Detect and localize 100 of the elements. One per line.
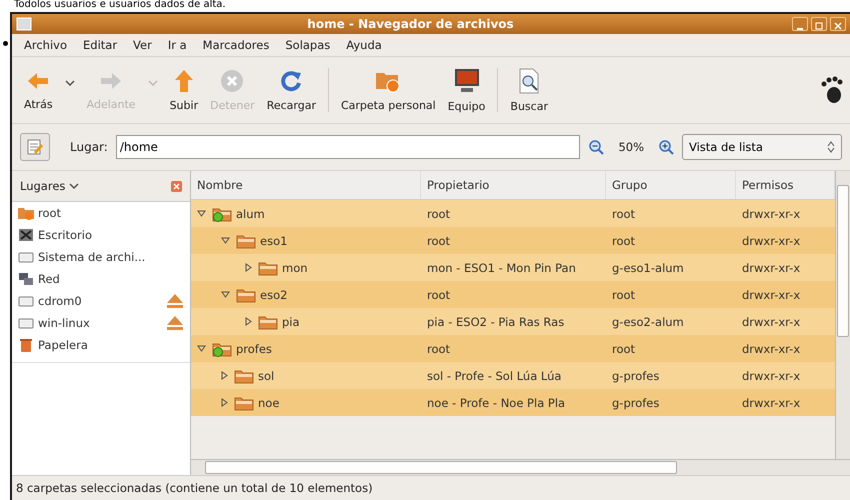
up-button[interactable]: Subir bbox=[164, 64, 204, 116]
permissions-cell-text: drwxr-xr-x bbox=[741, 314, 802, 330]
collapsed-triangle-icon[interactable] bbox=[221, 371, 228, 380]
search-button[interactable]: Buscar bbox=[504, 64, 554, 116]
folder-row[interactable]: eso1 root root drwxr-xr-x bbox=[191, 227, 835, 254]
menu-item[interactable]: Editar bbox=[77, 36, 124, 54]
folder-row[interactable]: profes root root drwxr-xr-x bbox=[191, 335, 835, 362]
close-icon[interactable] bbox=[171, 180, 182, 192]
column-header[interactable]: Propietario bbox=[421, 171, 606, 199]
folder-icon bbox=[234, 394, 254, 410]
expanded-triangle-icon[interactable] bbox=[221, 237, 230, 244]
location-label: Lugar: bbox=[70, 140, 108, 154]
view-dropdown[interactable]: Vista de lista bbox=[682, 134, 842, 160]
folder-name: noe bbox=[258, 396, 280, 410]
owner-cell-text: pia - ESO2 - Pia Ras Ras bbox=[426, 314, 566, 330]
folder-row[interactable]: alum root root drwxr-xr-x bbox=[191, 200, 835, 227]
location-field[interactable]: /home bbox=[116, 135, 580, 159]
zoom-level: 50% bbox=[618, 140, 644, 154]
menu-item[interactable]: Ayuda bbox=[340, 36, 388, 54]
expanded-triangle-icon[interactable] bbox=[197, 210, 206, 217]
folder-row[interactable]: eso2 root root drwxr-xr-x bbox=[191, 281, 835, 308]
folder-name: eso2 bbox=[260, 288, 288, 302]
folder-icon bbox=[236, 232, 256, 248]
computer-button[interactable]: Equipo bbox=[442, 64, 492, 116]
sidebar-item[interactable]: win-linux bbox=[12, 312, 190, 334]
folder-row[interactable]: sol sol - Profe - Sol Lúa Lúa g-profes drwxr-xr-x bbox=[191, 362, 835, 389]
home-folder-icon bbox=[18, 206, 34, 220]
owner-cell-text: root bbox=[426, 286, 452, 304]
folder-row[interactable]: noe noe - Profe - Noe Pla Pla g-profes drwxr-xr-x bbox=[191, 389, 835, 416]
collapsed-triangle-icon[interactable] bbox=[221, 398, 228, 407]
back-button[interactable]: Atrás bbox=[18, 66, 81, 114]
zoom-in-icon[interactable] bbox=[658, 139, 674, 155]
owner-cell-text: noe - Profe - Noe Pla Pla bbox=[426, 394, 566, 412]
folder-name: profes bbox=[236, 342, 272, 356]
maximize-icon bbox=[814, 22, 824, 30]
menu-item[interactable]: Marcadores bbox=[196, 36, 276, 54]
permissions-cell-text: drwxr-xr-x bbox=[741, 260, 802, 276]
status-bar: 8 carpetas seleccionadas (contiene un total de 10 elementos) bbox=[12, 475, 850, 500]
sidebar-item[interactable]: Sistema de archi... bbox=[12, 246, 190, 268]
folder-icon bbox=[236, 286, 256, 302]
folder-row[interactable]: pia pia - ESO2 - Pia Ras Ras g-eso2-alum drwxr-xr-x bbox=[191, 308, 835, 335]
footprint-icon bbox=[820, 76, 844, 104]
folder-name: alum bbox=[236, 206, 265, 220]
sidebar-item[interactable]: root bbox=[12, 202, 190, 224]
menu-item[interactable]: Ir a bbox=[162, 36, 193, 54]
owner-cell-text: root bbox=[426, 232, 452, 250]
window-menu-icon[interactable] bbox=[16, 17, 32, 31]
drive-icon bbox=[18, 294, 34, 308]
group-cell-text: g-eso1-alum bbox=[611, 260, 685, 276]
group-cell-text: g-profes bbox=[611, 368, 660, 384]
up-arrow-icon bbox=[172, 68, 195, 92]
owner-cell-text: sol - Profe - Sol Lúa Lúa bbox=[426, 368, 562, 384]
close-button[interactable] bbox=[830, 17, 846, 31]
permissions-cell-text: drwxr-xr-x bbox=[741, 206, 802, 222]
network-icon bbox=[18, 272, 34, 286]
folder-name: eso1 bbox=[260, 234, 288, 248]
folder-icon bbox=[258, 260, 278, 276]
group-cell-text: root bbox=[611, 340, 636, 358]
zoom-out-icon[interactable] bbox=[588, 139, 604, 155]
folder-name: pia bbox=[282, 314, 300, 328]
reload-icon bbox=[279, 68, 304, 92]
expanded-triangle-icon[interactable] bbox=[221, 291, 230, 298]
eject-icon[interactable] bbox=[166, 315, 184, 331]
collapsed-triangle-icon[interactable] bbox=[245, 317, 252, 326]
folder-name: sol bbox=[258, 368, 274, 382]
shared-folder-icon bbox=[212, 206, 232, 222]
close-icon bbox=[833, 22, 843, 30]
folder-row[interactable]: mon mon - ESO1 - Mon Pin Pan g-eso1-alum drwxr-xr-x bbox=[191, 254, 835, 281]
menu-item[interactable]: Ver bbox=[127, 36, 158, 54]
sidebar-item[interactable]: Red bbox=[12, 268, 190, 290]
drive-icon bbox=[18, 250, 34, 264]
column-header[interactable]: Nombre bbox=[191, 171, 421, 199]
menu-item[interactable]: Archivo bbox=[18, 36, 73, 54]
minimize-button[interactable] bbox=[792, 17, 808, 31]
sidebar-title[interactable]: Lugares bbox=[20, 179, 66, 193]
group-cell-text: g-profes bbox=[611, 394, 660, 412]
sidebar-item[interactable]: Papelera bbox=[12, 334, 190, 356]
permissions-cell-text: drwxr-xr-x bbox=[741, 232, 802, 250]
reload-button[interactable]: Recargar bbox=[260, 64, 322, 116]
edit-location-button[interactable] bbox=[20, 133, 50, 161]
eject-icon[interactable] bbox=[166, 293, 184, 309]
shared-folder-icon bbox=[212, 340, 232, 356]
expanded-triangle-icon[interactable] bbox=[197, 345, 206, 352]
permissions-cell-text: drwxr-xr-x bbox=[741, 286, 802, 304]
collapsed-triangle-icon[interactable] bbox=[245, 263, 252, 272]
notepad-pencil-icon bbox=[26, 138, 44, 156]
maximize-button[interactable] bbox=[811, 17, 827, 31]
horizontal-scrollbar[interactable] bbox=[191, 459, 850, 475]
home-button[interactable]: Carpeta personal bbox=[334, 64, 442, 116]
sidebar-item[interactable]: cdrom0 bbox=[12, 290, 190, 312]
folder-icon bbox=[258, 314, 278, 330]
window-title: home - Navegador de archivos bbox=[306, 17, 515, 31]
column-header[interactable]: Grupo bbox=[606, 171, 736, 199]
group-cell-text: root bbox=[611, 286, 636, 304]
permissions-cell-text: drwxr-xr-x bbox=[741, 368, 802, 384]
vertical-scrollbar[interactable] bbox=[835, 171, 850, 459]
caret-icon[interactable] bbox=[64, 80, 75, 86]
caret-icon[interactable] bbox=[69, 183, 80, 189]
menu-item[interactable]: Solapas bbox=[279, 36, 336, 54]
sidebar-item[interactable]: Escritorio bbox=[12, 224, 190, 246]
